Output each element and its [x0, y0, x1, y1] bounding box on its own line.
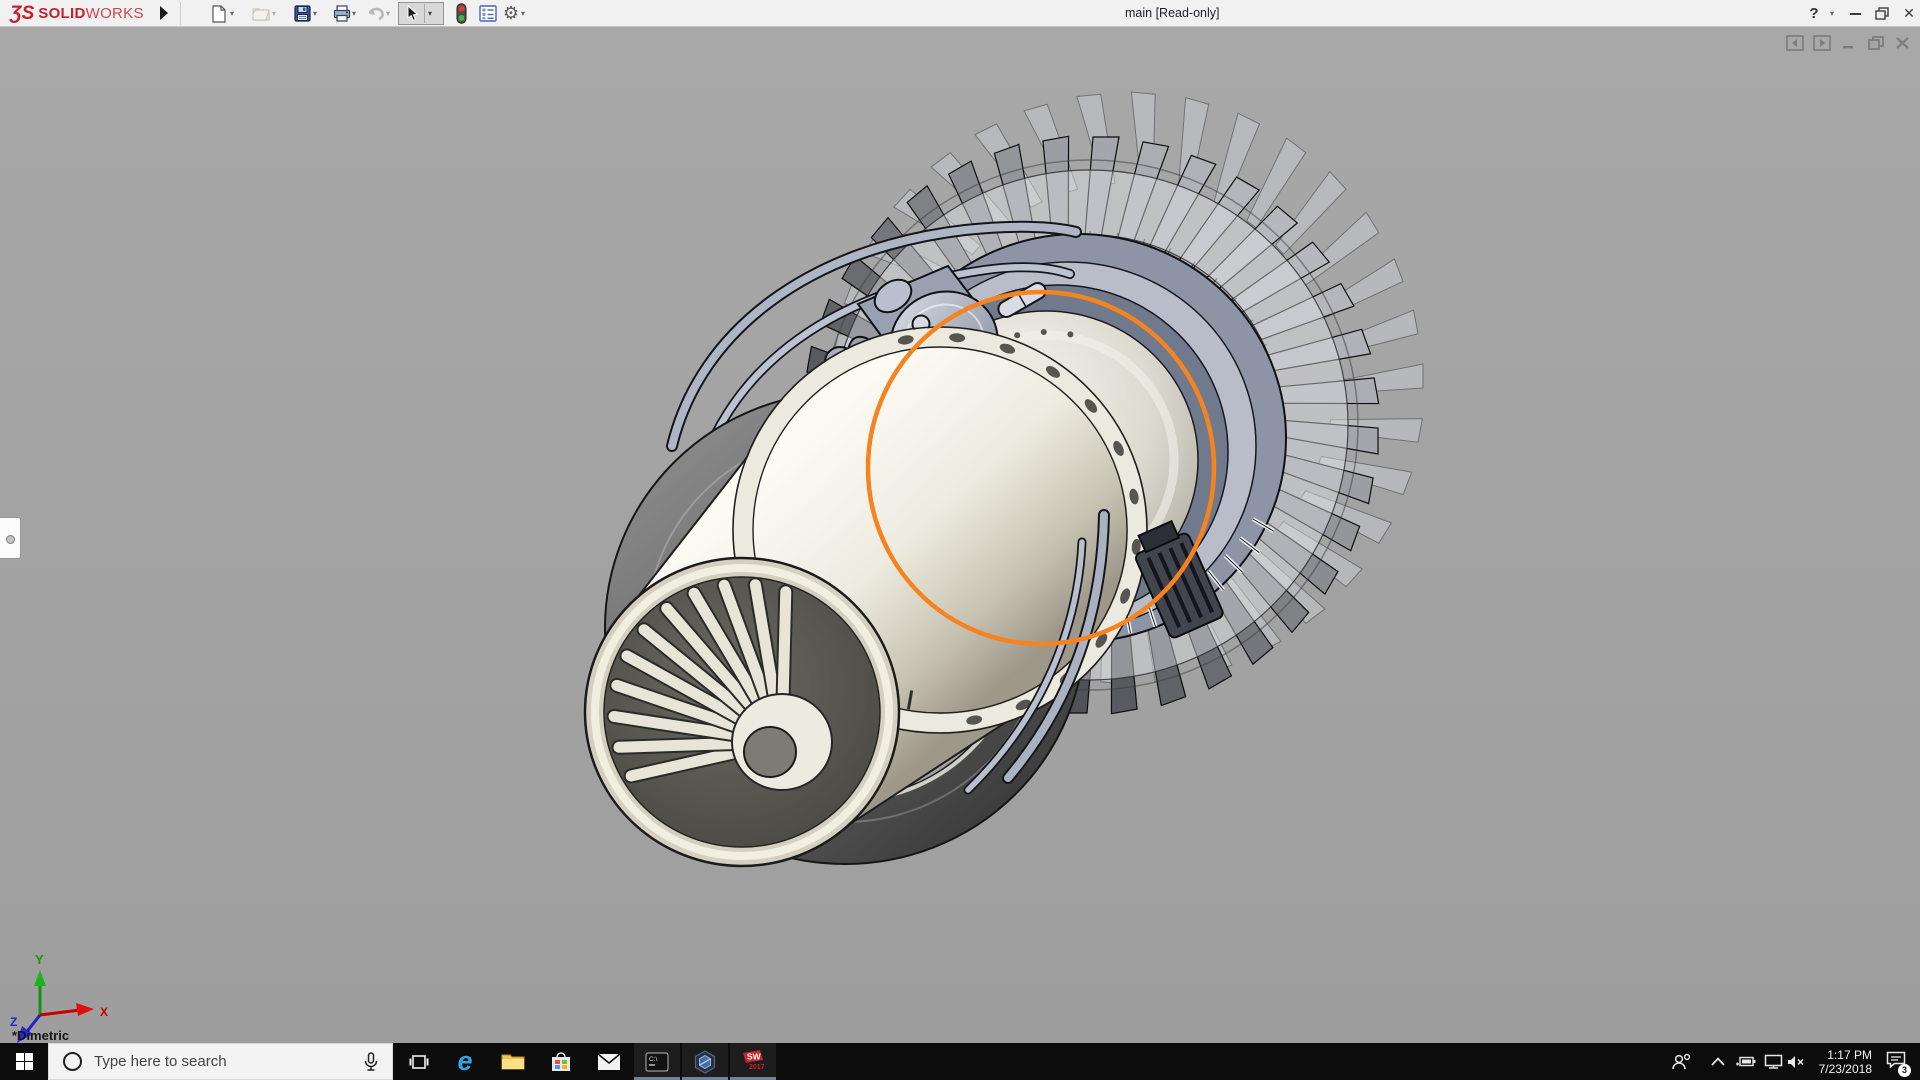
document-title: main [Read-only]	[1125, 0, 1220, 27]
brand-works: WORKS	[86, 5, 144, 22]
rebuild-button[interactable]	[450, 3, 472, 24]
save-button[interactable]	[291, 3, 313, 24]
search-placeholder: Type here to search	[94, 1053, 364, 1070]
select-caret[interactable]: ▾	[428, 9, 432, 18]
new-document-icon	[211, 5, 227, 23]
tray-battery-icon[interactable]	[1730, 1043, 1760, 1080]
help-caret[interactable]: ▾	[1826, 0, 1838, 27]
triad-y-label: Y	[35, 952, 44, 967]
taskbar-app-store[interactable]	[538, 1043, 584, 1080]
solidworks-logo: ƷS SOLIDWORKS	[10, 0, 144, 27]
new-document-caret[interactable]: ▾	[230, 10, 238, 18]
save-floppy-icon	[294, 5, 311, 22]
tray-clock[interactable]: 1:17 PM 7/23/2018	[1798, 1043, 1872, 1080]
clock-time: 1:17 PM	[1827, 1048, 1872, 1062]
svg-text:2017: 2017	[749, 1064, 765, 1071]
new-document-button[interactable]	[208, 3, 230, 24]
minimize-button[interactable]	[1844, 0, 1866, 27]
hexagon-app-icon	[693, 1050, 717, 1074]
close-button[interactable]: ✕	[1898, 0, 1920, 27]
windows-taskbar: Type here to search e	[0, 1043, 1920, 1080]
microphone-icon[interactable]	[364, 1052, 378, 1072]
taskbar-search-input[interactable]: Type here to search	[48, 1043, 393, 1080]
toolbar-separator	[180, 2, 181, 25]
open-folder-icon	[252, 6, 270, 21]
minimize-icon	[1850, 13, 1861, 15]
taskbar-app-mail[interactable]	[586, 1043, 632, 1080]
title-bar: ƷS SOLIDWORKS ▾ ▾ ▾ ▾	[0, 0, 1920, 27]
action-center-button[interactable]: 3	[1876, 1043, 1916, 1080]
taskbar-app-hexagon[interactable]	[682, 1043, 728, 1080]
command-prompt-icon: C:\	[645, 1052, 669, 1072]
open-caret[interactable]: ▾	[272, 10, 280, 18]
tray-chevron-up-icon[interactable]	[1704, 1043, 1732, 1080]
triad-x-label: X	[100, 1005, 108, 1019]
menu-flyout-arrow[interactable]	[160, 6, 168, 20]
task-view-button[interactable]	[396, 1043, 442, 1080]
print-button[interactable]	[331, 3, 353, 24]
svg-text:C:\: C:\	[649, 1056, 658, 1063]
notification-badge: 3	[1898, 1064, 1911, 1077]
undo-button[interactable]	[364, 3, 386, 24]
triad-z-label: Z	[10, 1015, 17, 1029]
start-button[interactable]	[0, 1043, 48, 1080]
cortana-icon	[63, 1052, 82, 1071]
view-orientation-label: *Dimetric	[12, 1028, 69, 1043]
file-properties-icon	[479, 5, 497, 22]
file-explorer-icon	[501, 1052, 525, 1071]
taskbar-app-file-explorer[interactable]	[490, 1043, 536, 1080]
engine-model-canvas[interactable]	[0, 27, 1920, 1043]
ds-logo-icon: ƷS	[10, 3, 34, 25]
select-tool-button[interactable]: ▾	[398, 2, 444, 25]
svg-text:SW: SW	[747, 1051, 762, 1061]
edge-icon: e	[457, 1048, 472, 1075]
taskbar-app-command-prompt[interactable]: C:\	[634, 1043, 680, 1080]
restore-icon	[1875, 7, 1889, 20]
tray-people-icon[interactable]	[1664, 1043, 1698, 1080]
rebuild-traffic-light-icon	[456, 3, 467, 24]
solidworks-2017-icon: SW 2017	[740, 1049, 766, 1075]
file-properties-button[interactable]	[477, 3, 499, 24]
open-button[interactable]	[250, 3, 272, 24]
save-caret[interactable]: ▾	[313, 10, 321, 18]
mail-icon	[597, 1053, 621, 1071]
clock-date: 7/23/2018	[1819, 1062, 1872, 1076]
select-cursor-icon	[405, 5, 420, 22]
restore-button[interactable]	[1870, 0, 1894, 27]
options-button[interactable]: ⚙	[500, 3, 522, 24]
print-icon	[333, 5, 351, 22]
select-divider	[424, 4, 425, 23]
brand-solid: SOLID	[38, 5, 85, 22]
close-icon: ✕	[1903, 5, 1915, 22]
store-icon	[550, 1051, 572, 1073]
undo-caret[interactable]: ▾	[386, 10, 394, 18]
help-button[interactable]: ?	[1804, 0, 1824, 27]
center-hub	[732, 694, 832, 790]
windows-logo-icon	[16, 1053, 33, 1070]
taskbar-app-solidworks[interactable]: SW 2017	[730, 1043, 776, 1080]
graphics-viewport[interactable]: Y X Z *Dimetric	[0, 27, 1920, 1043]
options-gear-icon: ⚙	[503, 3, 519, 24]
undo-icon	[366, 6, 385, 21]
task-view-icon	[409, 1053, 429, 1071]
taskbar-app-edge[interactable]: e	[442, 1043, 488, 1080]
print-caret[interactable]: ▾	[352, 10, 360, 18]
options-caret[interactable]: ▾	[521, 10, 529, 18]
